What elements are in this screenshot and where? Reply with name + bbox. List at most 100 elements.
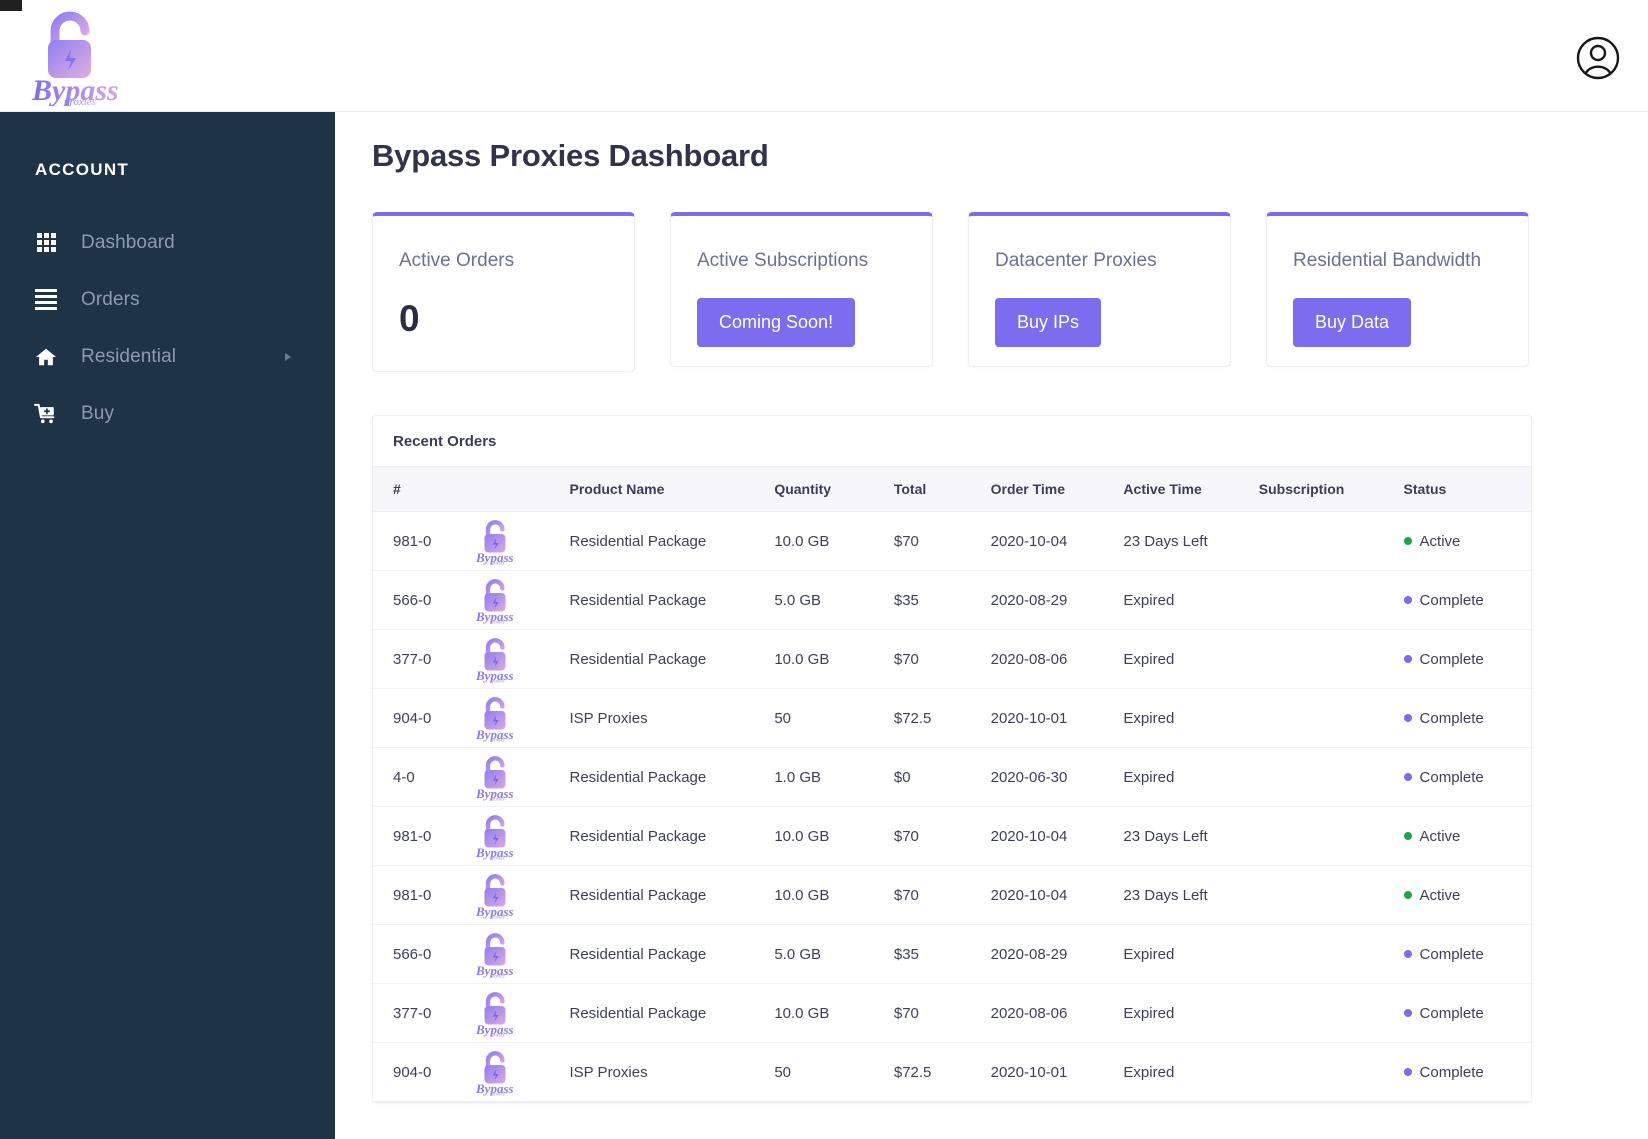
user-circle-icon (1576, 36, 1620, 80)
cell-product-name: ISP Proxies (569, 1042, 775, 1102)
cell-status: Active (1403, 806, 1531, 866)
svg-text:proxies: proxies (489, 562, 505, 566)
sidebar-item-residential[interactable]: Residential (0, 328, 335, 385)
list-icon (33, 288, 59, 312)
sidebar-item-dashboard[interactable]: Dashboard (0, 214, 335, 271)
cell-quantity: 10.0 GB (774, 983, 894, 1043)
cell-order-id: 566-0 (373, 924, 473, 984)
stat-card-title: Active Orders (399, 250, 515, 271)
corner-artifact (0, 0, 22, 11)
cell-active-time: Expired (1123, 924, 1259, 984)
table-row[interactable]: 981-0 Bypass proxies Residential Package… (373, 511, 1531, 571)
cell-active-time: 23 Days Left (1123, 806, 1259, 866)
padlock-bolt-logo: Bypass proxies (475, 933, 514, 979)
cell-subscription (1258, 747, 1404, 807)
cell-order-time: 2020-08-06 (990, 629, 1124, 689)
cell-total: $0 (893, 747, 991, 807)
padlock-bolt-logo: Bypass proxies (475, 874, 514, 919)
cell-status: Complete (1403, 747, 1531, 807)
status-label: Complete (1419, 1063, 1484, 1081)
padlock-bolt-logo: Bypass proxies (31, 11, 119, 108)
svg-text:proxies: proxies (489, 739, 505, 743)
table-row[interactable]: 377-0 Bypass proxies Residential Package… (373, 629, 1531, 689)
cell-product-name: Residential Package (569, 924, 775, 984)
status-badge: Active (1403, 886, 1531, 904)
table-row[interactable]: 377-0 Bypass proxies Residential Package… (373, 983, 1531, 1043)
cell-total: $72.5 (893, 1042, 991, 1102)
cell-quantity: 10.0 GB (774, 865, 894, 925)
table-row[interactable]: 904-0 Bypass proxies ISP Proxies 50 $72.… (373, 688, 1531, 748)
column-header-quantity[interactable]: Quantity (774, 466, 894, 512)
cell-product-name: Residential Package (569, 865, 775, 925)
table-row[interactable]: 904-0 Bypass proxies ISP Proxies 50 $72.… (373, 1042, 1531, 1102)
padlock-bolt-logo: Bypass proxies (475, 579, 514, 625)
svg-text:proxies: proxies (489, 798, 505, 802)
cell-quantity: 50 (774, 1042, 894, 1102)
sidebar-item-orders[interactable]: Orders (0, 271, 335, 328)
cell-active-time: Expired (1123, 688, 1259, 748)
cell-product-name: Residential Package (569, 747, 775, 807)
column-header-total[interactable]: Total (893, 466, 991, 512)
cell-order-time: 2020-08-06 (990, 983, 1124, 1043)
cell-order-time: 2020-10-01 (990, 688, 1124, 748)
cell-status: Complete (1403, 983, 1531, 1043)
cell-order-id: 4-0 (373, 747, 473, 807)
column-header-status[interactable]: Status (1403, 466, 1531, 512)
cell-product-logo: Bypass proxies (472, 983, 570, 1043)
sidebar-section-title: ACCOUNT (35, 160, 130, 179)
cell-active-time: Expired (1123, 747, 1259, 807)
cell-active-time: Expired (1123, 570, 1259, 630)
table-row[interactable]: 566-0 Bypass proxies Residential Package… (373, 924, 1531, 984)
cell-order-time: 2020-08-29 (990, 570, 1124, 630)
cell-order-id: 377-0 (373, 983, 473, 1043)
svg-text:proxies: proxies (489, 621, 505, 625)
cell-order-time: 2020-10-01 (990, 1042, 1124, 1102)
column-header-subscription[interactable]: Subscription (1258, 466, 1404, 512)
cell-status: Complete (1403, 629, 1531, 689)
cell-active-time: Expired (1123, 1042, 1259, 1102)
brand-logo[interactable]: Bypass proxies (22, 6, 119, 108)
cell-status: Complete (1403, 688, 1531, 748)
padlock-bolt-logo: Bypass proxies (475, 520, 514, 566)
table-row[interactable]: 981-0 Bypass proxies Residential Package… (373, 806, 1531, 866)
svg-text:proxies: proxies (489, 975, 505, 979)
cell-product-name: Residential Package (569, 629, 775, 689)
cell-order-id: 904-0 (373, 688, 473, 748)
user-avatar-button[interactable] (1576, 36, 1620, 80)
table-row[interactable]: 981-0 Bypass proxies Residential Package… (373, 865, 1531, 925)
status-dot-icon (1403, 950, 1412, 958)
cell-order-time: 2020-10-04 (990, 865, 1124, 925)
status-label: Complete (1419, 1004, 1484, 1022)
svg-text:proxies: proxies (489, 1093, 505, 1097)
padlock-bolt-logo: Bypass proxies (475, 638, 514, 683)
column-header-id[interactable]: # (373, 466, 473, 512)
status-dot-icon (1403, 773, 1412, 781)
sidebar-item-buy[interactable]: Buy (0, 385, 335, 442)
active-orders-value: 0 (399, 298, 420, 339)
grid-icon (33, 231, 59, 255)
table-row[interactable]: 566-0 Bypass proxies Residential Package… (373, 570, 1531, 630)
status-badge: Active (1403, 828, 1531, 845)
status-label: Complete (1419, 945, 1484, 963)
column-header-active-time[interactable]: Active Time (1123, 466, 1259, 512)
coming-soon-button[interactable]: Coming Soon! (697, 298, 856, 347)
status-badge: Complete (1403, 1063, 1531, 1081)
cell-status: Active (1403, 865, 1531, 925)
status-label: Active (1419, 532, 1461, 550)
status-dot-icon (1403, 891, 1412, 899)
cell-quantity: 10.0 GB (774, 806, 894, 866)
buy-ips-button[interactable]: Buy IPs (995, 298, 1102, 347)
cell-order-time: 2020-08-29 (990, 924, 1124, 984)
status-label: Active (1419, 886, 1461, 904)
buy-data-button[interactable]: Buy Data (1293, 298, 1412, 347)
padlock-bolt-logo: Bypass proxies (475, 697, 514, 743)
cell-total: $70 (893, 629, 991, 689)
column-header-order-time[interactable]: Order Time (990, 466, 1124, 512)
column-header-product-name[interactable]: Product Name (569, 466, 775, 512)
cell-order-time: 2020-10-04 (990, 511, 1124, 571)
sidebar-item-label: Orders (81, 288, 140, 310)
recent-orders-card: Recent Orders # Product Name Quantity To… (372, 415, 1532, 1103)
table-row[interactable]: 4-0 Bypass proxies Residential Package 1… (373, 747, 1531, 807)
chevron-right-icon (285, 352, 291, 361)
stat-card-title: Residential Bandwidth (1293, 250, 1482, 271)
